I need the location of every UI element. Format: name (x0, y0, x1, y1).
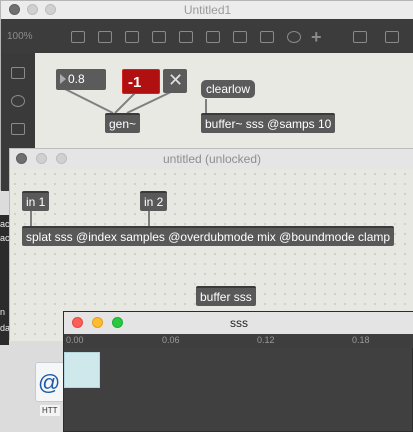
ruler-tick: 0.18 (352, 335, 370, 345)
toggle-x-icon: ✕ (168, 70, 184, 90)
buffer-window-title: sss (230, 316, 248, 330)
desktop-file-label: HTT (40, 405, 60, 416)
desktop-fragment: n (0, 307, 6, 317)
red-number-value: -1 (128, 74, 142, 91)
desktop-left-strip: ac ac n da (0, 215, 10, 345)
at-sign-icon: @ (38, 370, 61, 395)
float-number-value: 0.8 (68, 72, 85, 86)
time-ruler[interactable]: 0.00 0.06 0.12 0.18 (64, 334, 413, 348)
buffer-window-titlebar[interactable]: sss (64, 312, 413, 335)
ruler-tick: 0.00 (66, 335, 84, 345)
buffer-sample-cell[interactable] (64, 352, 100, 388)
float-number-box[interactable]: 0.8 (56, 69, 106, 90)
ruler-tick: 0.06 (162, 335, 180, 345)
gen-object[interactable]: gen~ (105, 113, 141, 133)
buffer-view-window: sss 0.00 0.06 0.12 0.18 (63, 311, 413, 432)
number-triangle-icon (60, 74, 66, 84)
buffer-object-main[interactable]: buffer~ sss @samps 10 (201, 113, 336, 133)
clearlow-message[interactable]: clearlow (201, 80, 256, 98)
inlet-2-object[interactable]: in 2 (140, 191, 168, 211)
ruler-tick: 0.12 (257, 335, 275, 345)
toggle-box[interactable]: ✕ (163, 69, 187, 93)
buffer-object-sub[interactable]: buffer sss (196, 286, 256, 306)
splat-object[interactable]: splat sss @index samples @overdubmode mi… (22, 226, 395, 246)
red-number-box[interactable]: -1 (122, 69, 160, 94)
inlet-1-object[interactable]: in 1 (22, 191, 50, 211)
